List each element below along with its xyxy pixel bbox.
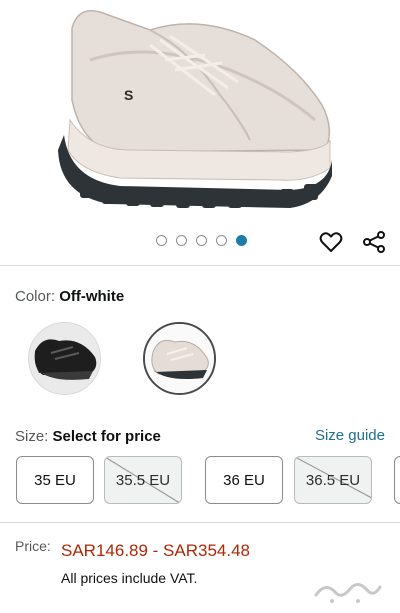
watermark-logo [314,583,382,603]
image-pagination [156,235,247,246]
size-option-36-5[interactable]: 36.5 EU [294,456,372,504]
size-selection-label: Size: Select for price [15,428,161,445]
pagination-dot[interactable] [196,235,207,246]
color-value: Off-white [59,288,125,305]
size-option-label: 36.5 EU [305,471,361,489]
size-option-36[interactable]: 36 EU [205,456,283,504]
size-option-next[interactable] [394,456,400,504]
color-swatch-off-white[interactable] [143,322,216,395]
shoe-logo: S [124,87,133,103]
heart-icon[interactable] [318,229,344,255]
vat-note: All prices include VAT. [61,570,198,586]
section-divider [0,522,400,523]
pagination-dot[interactable] [216,235,227,246]
pagination-dot[interactable] [176,235,187,246]
size-option-35[interactable]: 35 EU [16,456,94,504]
pagination-dot-active[interactable] [236,235,247,246]
size-option-label: 36 EU [223,471,265,489]
color-swatch-black[interactable] [28,322,101,395]
size-option-35-5[interactable]: 35.5 EU [104,456,182,504]
price-label: Price: [15,538,51,554]
size-option-label: 35 EU [34,471,76,489]
color-label: Color: [15,288,60,305]
color-selection-label: Color: Off-white [15,288,124,305]
size-guide-link[interactable]: Size guide [315,427,385,444]
price-range: SAR146.89 - SAR354.48 [61,541,251,560]
product-gallery: S [0,0,400,264]
size-value: Select for price [52,428,161,445]
size-option-label: 35.5 EU [115,471,171,489]
pagination-dot[interactable] [156,235,167,246]
product-image[interactable]: S [0,0,400,212]
section-divider [0,265,400,266]
size-label: Size: [15,428,53,445]
share-icon[interactable] [361,229,387,255]
